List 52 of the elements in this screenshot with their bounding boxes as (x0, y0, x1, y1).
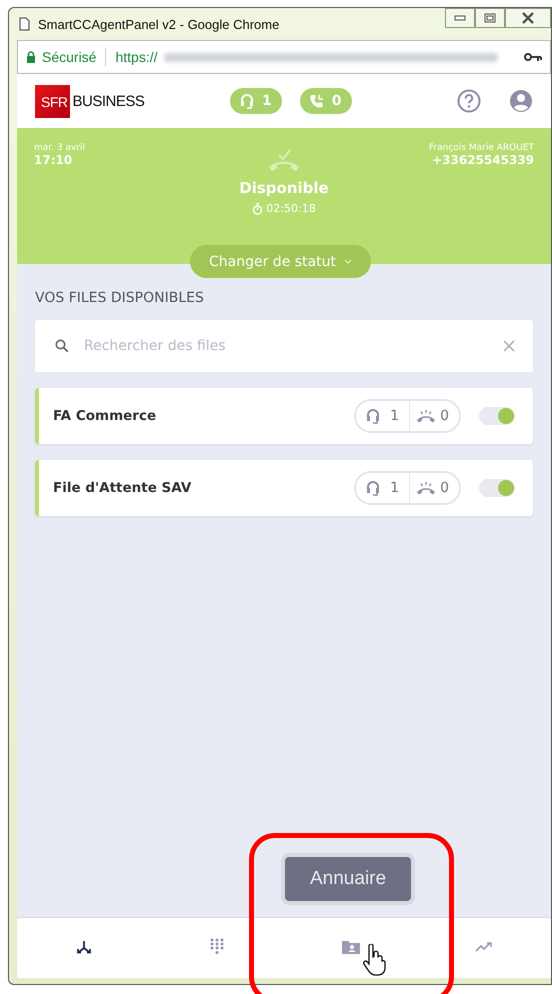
contact-folder-icon (342, 940, 360, 954)
section-title: VOS FILES DISPONIBLES (35, 290, 205, 306)
status-text: Disponible (239, 179, 329, 197)
queue-name: File d'Attente SAV (53, 480, 192, 496)
logo-text: BUSINESS (72, 92, 144, 110)
user-icon[interactable] (509, 89, 533, 113)
dialpad-icon (210, 938, 224, 956)
timer-text: 02:50:18 (266, 202, 316, 215)
maximize-button[interactable] (475, 8, 505, 28)
trend-icon (475, 942, 494, 952)
agents-count: 1 (390, 408, 400, 424)
search-icon (55, 339, 69, 353)
close-icon (521, 12, 535, 24)
stopwatch-icon (252, 202, 264, 214)
close-button[interactable] (505, 8, 551, 28)
url-text[interactable]: https:// (115, 49, 158, 65)
chevron-down-icon (344, 259, 352, 264)
key-icon[interactable] (524, 52, 542, 62)
clear-icon[interactable] (503, 340, 515, 352)
page-icon (19, 17, 30, 31)
count-badge[interactable]: 0 (300, 88, 352, 114)
headset-icon (366, 480, 380, 496)
agents-count: 1 (390, 480, 400, 496)
split-arrow-icon (76, 940, 92, 954)
waiting-count: 0 (440, 408, 449, 424)
date-text: mar. 3 avril (34, 143, 86, 153)
change-status-button[interactable]: Changer de statut (190, 245, 371, 278)
search-field[interactable]: Rechercher des files (82, 337, 490, 355)
window-title: SmartCCAgentPanel v2 - Google Chrome (38, 16, 280, 32)
waiting-count: 0 (440, 480, 449, 496)
queue-toggle[interactable] (479, 479, 515, 497)
minimize-button[interactable] (445, 8, 475, 28)
help-icon[interactable] (457, 89, 481, 113)
logo-mark: SFR (35, 84, 70, 118)
queue-name: FA Commerce (53, 408, 158, 424)
ringing-phone-icon (416, 409, 436, 423)
headset-icon (366, 408, 380, 424)
ringing-phone-icon (416, 481, 436, 495)
queue-toggle[interactable] (479, 407, 515, 425)
count-badge[interactable]: 1 (230, 88, 282, 114)
lock-icon (26, 51, 36, 63)
maximize-icon (484, 13, 496, 23)
agent-name: François Marie AROUET (428, 143, 534, 153)
headset-icon (240, 93, 254, 109)
minimize-icon (454, 15, 466, 21)
phone-icon (310, 94, 324, 108)
hangup-check-icon (267, 147, 301, 173)
agent-phone: +33625545339 (432, 153, 534, 167)
security-label: Sécurisé (42, 49, 96, 65)
tooltip: Annuaire (285, 857, 412, 901)
time-text: 17:10 (34, 153, 74, 167)
search-bar[interactable]: Rechercher des files (35, 320, 533, 372)
